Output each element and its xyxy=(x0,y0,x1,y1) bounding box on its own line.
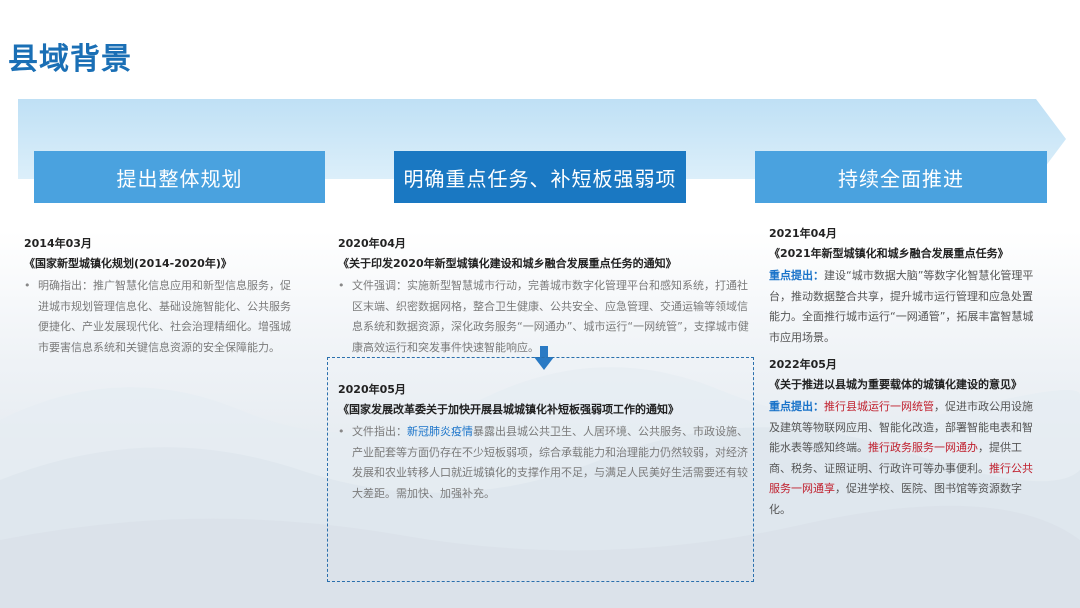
policy-block-2022-05: 2022年05月 《关于推进以县城为重要载体的城镇化建设的意见》 重点提出：推行… xyxy=(769,355,1043,520)
bullet-icon: • xyxy=(24,279,31,292)
key-point-label: 重点提出： xyxy=(769,269,824,282)
policy-document-title: 《2021年新型城镇化和城乡融合发展重点任务》 xyxy=(769,247,1009,260)
policy-document-title: 《关于推进以县城为重要载体的城镇化建设的意见》 xyxy=(769,378,1022,391)
stage-box-continue: 持续全面推进 xyxy=(755,151,1047,203)
policy-block-2020-05: 2020年05月 《国家发展改革委关于加快开展县城城镇化补短板强弱项工作的通知》… xyxy=(338,380,750,504)
policy-description: • 文件指出：新冠肺炎疫情暴露出县城公共卫生、人居环境、公共服务、市政设施、产业… xyxy=(338,422,750,504)
highlight-government-service: 推行政务服务一网通办 xyxy=(868,441,978,454)
policy-block-2020-04: 2020年04月 《关于印发2020年新型城镇化建设和城乡融合发展重点任务的通知… xyxy=(338,234,750,358)
policy-date: 2020年04月 xyxy=(338,237,406,250)
policy-date: 2022年05月 xyxy=(769,358,837,371)
policy-block-2014: 2014年03月 《国家新型城镇化规划(2014-2020年)》 • 明确指出：… xyxy=(24,234,296,358)
policy-description: 重点提出：推行县城运行一网统管，促进市政公用设施及建筑等物联网应用、智能化改造，… xyxy=(769,400,1033,516)
highlight-unified-management: 推行县城运行一网统管 xyxy=(824,400,934,413)
stage-box-key-tasks: 明确重点任务、补短板强弱项 xyxy=(394,151,686,203)
policy-block-2021-04: 2021年04月 《2021年新型城镇化和城乡融合发展重点任务》 重点提出：建设… xyxy=(769,224,1043,348)
page-title: 县域背景 xyxy=(8,42,132,77)
key-point-label: 重点提出： xyxy=(769,400,824,413)
highlight-covid: 新冠肺炎疫情 xyxy=(407,425,473,438)
policy-document-title: 《国家新型城镇化规划(2014-2020年)》 xyxy=(24,257,232,270)
bullet-icon: • xyxy=(338,279,345,292)
policy-description: 重点提出：建设“城市数据大脑”等数字化智慧化管理平台，推动数据整合共享，提升城市… xyxy=(769,269,1034,344)
policy-date: 2014年03月 xyxy=(24,237,92,250)
policy-description: • 明确指出：推广智慧化信息应用和新型信息服务，促进城市规划管理信息化、基础设施… xyxy=(24,276,296,358)
policy-date: 2021年04月 xyxy=(769,227,837,240)
policy-document-title: 《国家发展改革委关于加快开展县城城镇化补短板强弱项工作的通知》 xyxy=(338,403,679,416)
policy-document-title: 《关于印发2020年新型城镇化建设和城乡融合发展重点任务的通知》 xyxy=(338,257,677,270)
bullet-icon: • xyxy=(338,425,345,438)
policy-date: 2020年05月 xyxy=(338,383,406,396)
stage-box-plan: 提出整体规划 xyxy=(34,151,325,203)
